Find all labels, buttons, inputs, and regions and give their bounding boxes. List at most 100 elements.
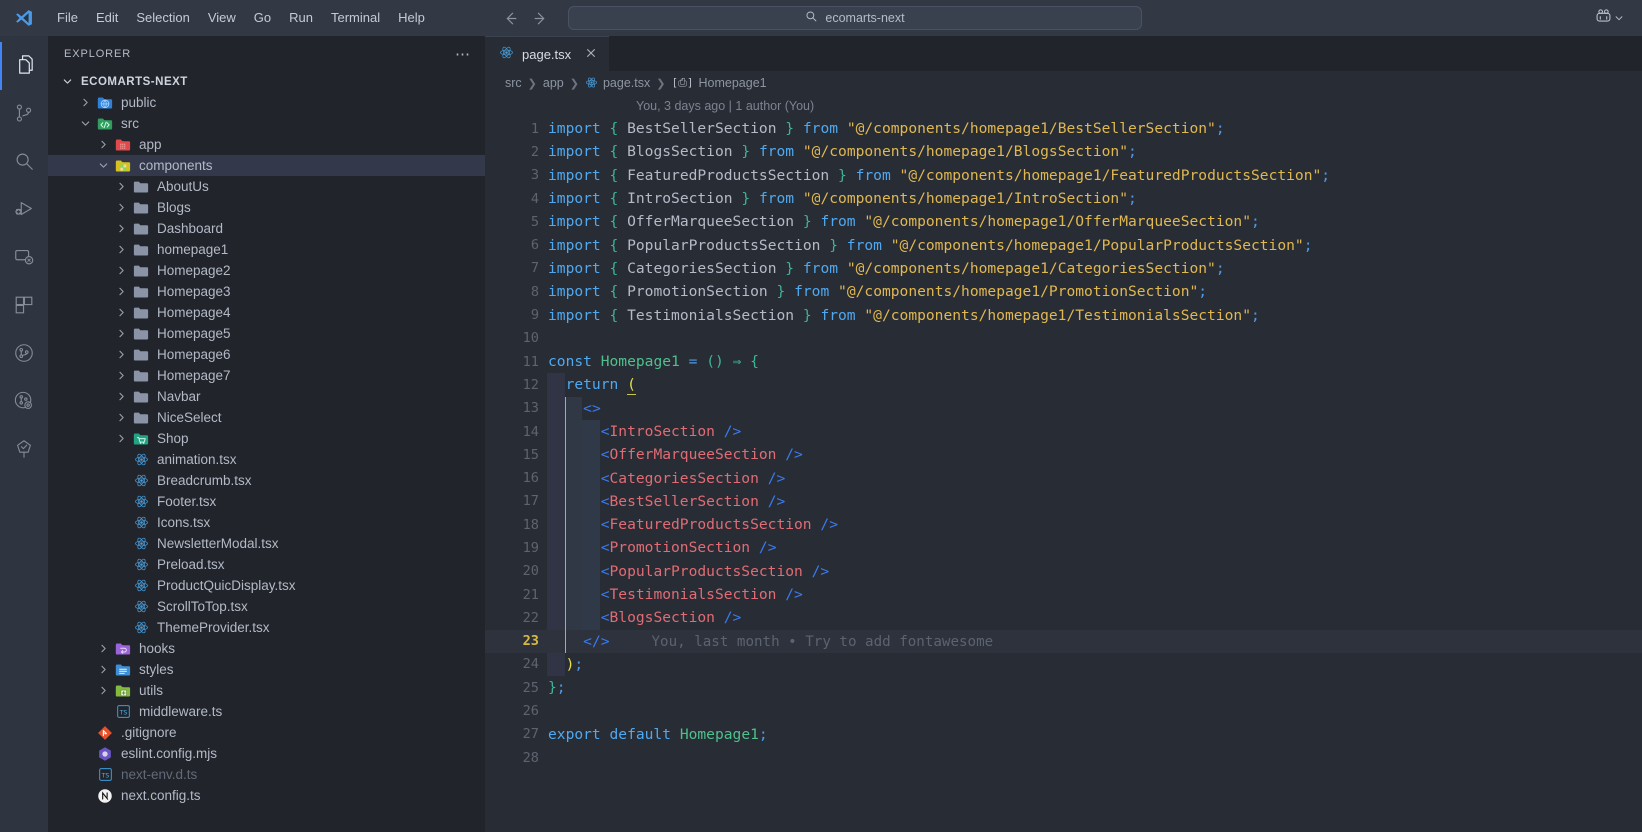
breadcrumb-item-src[interactable]: src <box>505 76 522 90</box>
code-line-1[interactable]: 1import { BestSellerSection } from "@/co… <box>485 117 1642 140</box>
tree-file-next-env-d-ts[interactable]: TSnext-env.d.ts <box>48 764 485 785</box>
tree-file-preload-tsx[interactable]: Preload.tsx <box>48 554 485 575</box>
tree-folder-homepage3[interactable]: Homepage3 <box>48 281 485 302</box>
code-line-10[interactable]: 10 <box>485 327 1642 350</box>
breadcrumb-item-homepage1[interactable]: [⎙] Homepage1 <box>671 76 766 90</box>
code-line-24[interactable]: 24 ); <box>485 653 1642 676</box>
code-line-26[interactable]: 26 <box>485 699 1642 722</box>
tree-file-productquicdisplay-tsx[interactable]: ProductQuicDisplay.tsx <box>48 575 485 596</box>
code-line-27[interactable]: 27export default Homepage1; <box>485 723 1642 746</box>
tree-folder-homepage5[interactable]: Homepage5 <box>48 323 485 344</box>
tree-file-eslint-config-mjs[interactable]: eslint.config.mjs <box>48 743 485 764</box>
code-line-text: </>You, last month • Try to add fontawes… <box>547 633 993 650</box>
tab-page-tsx[interactable]: page.tsx <box>485 36 609 71</box>
activity-todo-tree[interactable] <box>0 426 48 474</box>
code-line-7[interactable]: 7import { CategoriesSection } from "@/co… <box>485 257 1642 280</box>
close-icon[interactable] <box>585 47 597 61</box>
workspace-root-row[interactable]: ECOMARTS-NEXT <box>48 71 485 92</box>
activity-gitlens-inspect[interactable] <box>0 378 48 426</box>
activity-extensions[interactable] <box>0 282 48 330</box>
tree-folder-styles[interactable]: styles <box>48 659 485 680</box>
code-line-17[interactable]: 17 <BestSellerSection /> <box>485 490 1642 513</box>
breadcrumb-item-app[interactable]: app <box>543 76 564 90</box>
manage-layout-button[interactable] <box>1591 5 1628 31</box>
tree-file-next-config-ts[interactable]: next.config.ts <box>48 785 485 806</box>
activity-remote-explorer[interactable] <box>0 234 48 282</box>
react-icon <box>499 45 514 63</box>
menu-edit[interactable]: Edit <box>87 6 127 30</box>
breadcrumb-item-page-tsx[interactable]: page.tsx <box>585 76 650 90</box>
tree-folder-utils[interactable]: utils <box>48 680 485 701</box>
code-line-22[interactable]: 22 <BlogsSection /> <box>485 606 1642 629</box>
tree-folder-niceselect[interactable]: NiceSelect <box>48 407 485 428</box>
code-line-15[interactable]: 15 <OfferMarqueeSection /> <box>485 443 1642 466</box>
tree-file-footer-tsx[interactable]: Footer.tsx <box>48 491 485 512</box>
code-line-6[interactable]: 6import { PopularProductsSection } from … <box>485 233 1642 256</box>
code-editor[interactable]: 1import { BestSellerSection } from "@/co… <box>485 117 1642 832</box>
tree-folder-navbar[interactable]: Navbar <box>48 386 485 407</box>
tree-folder-homepage2[interactable]: Homepage2 <box>48 260 485 281</box>
tree-file-themeprovider-tsx[interactable]: ThemeProvider.tsx <box>48 617 485 638</box>
code-line-13[interactable]: 13 <> <box>485 397 1642 420</box>
arrow-right-icon[interactable] <box>530 8 550 28</box>
tree-file-breadcrumb-tsx[interactable]: Breadcrumb.tsx <box>48 470 485 491</box>
menu-terminal[interactable]: Terminal <box>322 6 389 30</box>
menu-run[interactable]: Run <box>280 6 322 30</box>
tree-folder-shop[interactable]: Shop <box>48 428 485 449</box>
code-line-text: <IntroSection /> <box>547 423 741 440</box>
menu-help[interactable]: Help <box>389 6 434 30</box>
tree-file-middleware-ts[interactable]: TSmiddleware.ts <box>48 701 485 722</box>
menu-file[interactable]: File <box>48 6 87 30</box>
menu-view[interactable]: View <box>199 6 245 30</box>
activity-source-control[interactable] <box>0 90 48 138</box>
code-line-text: import { PopularProductsSection } from "… <box>547 237 1313 254</box>
code-line-25[interactable]: 25}; <box>485 676 1642 699</box>
tree-folder-dashboard[interactable]: Dashboard <box>48 218 485 239</box>
code-line-28[interactable]: 28 <box>485 746 1642 769</box>
code-line-2[interactable]: 2import { BlogsSection } from "@/compone… <box>485 140 1642 163</box>
breadcrumb: src ❯ app ❯ page.tsx ❯ [ <box>485 71 1642 95</box>
tree-file-animation-tsx[interactable]: animation.tsx <box>48 449 485 470</box>
tree-folder-public[interactable]: public <box>48 92 485 113</box>
code-line-5[interactable]: 5import { OfferMarqueeSection } from "@/… <box>485 210 1642 233</box>
code-line-14[interactable]: 14 <IntroSection /> <box>485 420 1642 443</box>
menu-selection[interactable]: Selection <box>127 6 198 30</box>
code-line-8[interactable]: 8import { PromotionSection } from "@/com… <box>485 280 1642 303</box>
explorer-more-actions-button[interactable]: ⋯ <box>455 45 471 63</box>
activity-explorer[interactable] <box>0 42 48 90</box>
tree-file-icons-tsx[interactable]: Icons.tsx <box>48 512 485 533</box>
arrow-left-icon[interactable] <box>500 8 520 28</box>
code-line-11[interactable]: 11const Homepage1 = () ⇒ { <box>485 350 1642 373</box>
command-center-search[interactable]: ecomarts-next <box>568 6 1142 30</box>
tree-folder-homepage7[interactable]: Homepage7 <box>48 365 485 386</box>
code-line-23[interactable]: 23 </>You, last month • Try to add fonta… <box>485 630 1642 653</box>
tree-file-scrolltotop-tsx[interactable]: ScrollToTop.tsx <box>48 596 485 617</box>
folder-icon <box>130 242 152 258</box>
tree-folder-aboutus[interactable]: AboutUs <box>48 176 485 197</box>
tree-folder-hooks[interactable]: hooks <box>48 638 485 659</box>
tree-folder-homepage4[interactable]: Homepage4 <box>48 302 485 323</box>
menu-go[interactable]: Go <box>245 6 280 30</box>
code-line-20[interactable]: 20 <PopularProductsSection /> <box>485 560 1642 583</box>
tree-folder-blogs[interactable]: Blogs <box>48 197 485 218</box>
tree-file-newslettermodal-tsx[interactable]: NewsletterModal.tsx <box>48 533 485 554</box>
tree-folder-app[interactable]: app <box>48 134 485 155</box>
activity-search[interactable] <box>0 138 48 186</box>
tree-folder-homepage1[interactable]: homepage1 <box>48 239 485 260</box>
code-line-12[interactable]: 12 return ( <box>485 373 1642 396</box>
code-line-3[interactable]: 3import { FeaturedProductsSection } from… <box>485 164 1642 187</box>
activity-gitlens[interactable] <box>0 330 48 378</box>
code-line-4[interactable]: 4import { IntroSection } from "@/compone… <box>485 187 1642 210</box>
tree-folder-components[interactable]: components <box>48 155 485 176</box>
code-line-19[interactable]: 19 <PromotionSection /> <box>485 536 1642 559</box>
tree-folder-src[interactable]: src <box>48 113 485 134</box>
activity-run-and-debug[interactable] <box>0 186 48 234</box>
code-line-16[interactable]: 16 <CategoriesSection /> <box>485 466 1642 489</box>
tree-file-gitignore[interactable]: .gitignore <box>48 722 485 743</box>
breadcrumb-label: app <box>543 76 564 90</box>
code-line-18[interactable]: 18 <FeaturedProductsSection /> <box>485 513 1642 536</box>
tree-folder-homepage6[interactable]: Homepage6 <box>48 344 485 365</box>
chevron-right-icon <box>112 181 130 192</box>
code-line-9[interactable]: 9import { TestimonialsSection } from "@/… <box>485 303 1642 326</box>
code-line-21[interactable]: 21 <TestimonialsSection /> <box>485 583 1642 606</box>
